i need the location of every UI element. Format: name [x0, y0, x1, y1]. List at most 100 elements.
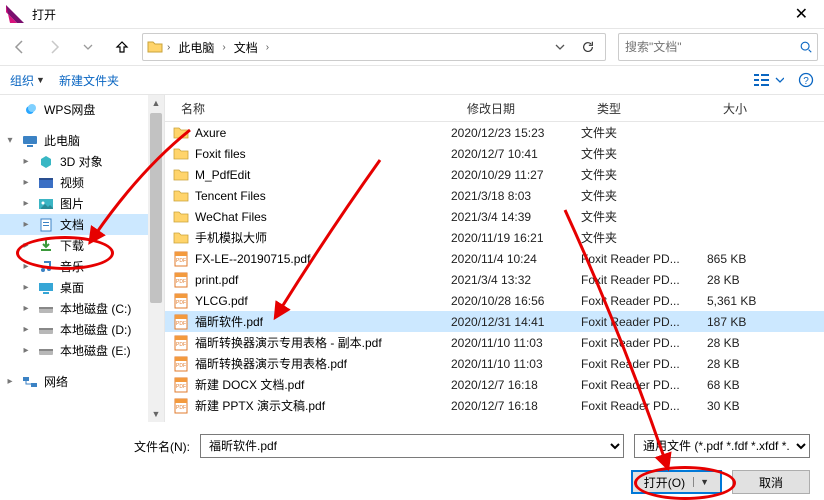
file-type: 文件夹 [581, 227, 707, 248]
nav-recent-dropdown[interactable] [74, 33, 102, 61]
folder-icon [173, 167, 189, 183]
expand-icon[interactable]: ▸ [20, 324, 32, 335]
sidebar-item[interactable]: WPS网盘 [0, 99, 164, 120]
sidebar-item[interactable]: ▸本地磁盘 (C:) [0, 298, 164, 319]
expand-icon[interactable]: ▾ [4, 135, 16, 146]
file-row[interactable]: PDF福昕软件.pdf2020/12/31 14:41Foxit Reader … [165, 311, 824, 332]
chevron-right-icon[interactable]: › [222, 42, 225, 53]
documents-icon [38, 217, 54, 233]
sidebar-item[interactable]: ▸下载 [0, 235, 164, 256]
search-box[interactable] [618, 33, 818, 61]
file-date: 2020/11/4 10:24 [451, 248, 581, 269]
nav-back-button[interactable] [6, 33, 34, 61]
sidebar-item[interactable]: ▸3D 对象 [0, 151, 164, 172]
organize-menu[interactable]: 组织 ▼ [10, 72, 45, 89]
view-options-button[interactable] [754, 72, 784, 88]
file-type: 文件夹 [581, 206, 707, 227]
scroll-down-icon[interactable]: ▼ [148, 406, 164, 422]
sidebar-item[interactable]: ▸音乐 [0, 256, 164, 277]
file-name: 新建 PPTX 演示文稿.pdf [195, 397, 325, 414]
breadcrumb-pc[interactable]: 此电脑 [174, 37, 218, 58]
file-row[interactable]: M_PdfEdit2020/10/29 11:27文件夹 [165, 164, 824, 185]
expand-icon[interactable]: ▸ [20, 219, 32, 230]
expand-icon[interactable]: ▸ [20, 156, 32, 167]
file-date: 2020/12/7 16:18 [451, 395, 581, 416]
file-size [707, 122, 824, 143]
network-icon [22, 374, 38, 390]
file-row[interactable]: PDF新建 DOCX 文档.pdf2020/12/7 16:18Foxit Re… [165, 374, 824, 395]
search-input[interactable] [623, 39, 795, 55]
pc-icon [22, 133, 38, 149]
file-name: YLCG.pdf [195, 294, 248, 308]
refresh-button[interactable] [575, 38, 601, 56]
sidebar-item[interactable]: ▸图片 [0, 193, 164, 214]
file-row[interactable]: 手机模拟大师2020/11/19 16:21文件夹 [165, 227, 824, 248]
svg-text:?: ? [803, 76, 809, 87]
sidebar-item[interactable]: ▾此电脑 [0, 130, 164, 151]
expand-icon[interactable]: ▸ [4, 376, 16, 387]
file-date: 2021/3/18 8:03 [451, 185, 581, 206]
disk-icon [38, 301, 54, 317]
sidebar-item[interactable]: ▸桌面 [0, 277, 164, 298]
file-row[interactable]: PDFFX-LE--20190715.pdf2020/11/4 10:24Fox… [165, 248, 824, 269]
file-type: Foxit Reader PD... [581, 248, 707, 269]
file-name: Tencent Files [195, 189, 266, 203]
expand-icon[interactable]: ▸ [20, 177, 32, 188]
svg-text:PDF: PDF [176, 384, 186, 390]
nav-up-button[interactable] [108, 33, 136, 61]
open-button[interactable]: 打开(O)▼ [631, 470, 722, 494]
address-bar[interactable]: › 此电脑 › 文档 › [142, 33, 606, 61]
file-size: 28 KB [707, 353, 824, 374]
svg-text:PDF: PDF [176, 342, 186, 348]
breadcrumb-docs[interactable]: 文档 [230, 37, 262, 58]
file-row[interactable]: PDF新建 PPTX 演示文稿.pdf2020/12/7 16:18Foxit … [165, 395, 824, 416]
sidebar-scrollbar[interactable]: ▲ ▼ [148, 95, 164, 422]
chevron-right-icon[interactable]: › [167, 42, 170, 53]
file-row[interactable]: Axure2020/12/23 15:23文件夹 [165, 122, 824, 143]
file-row[interactable]: WeChat Files2021/3/4 14:39文件夹 [165, 206, 824, 227]
column-size[interactable]: 大小 [715, 95, 824, 121]
file-name: WeChat Files [195, 210, 267, 224]
file-row[interactable]: Tencent Files2021/3/18 8:03文件夹 [165, 185, 824, 206]
chevron-right-icon[interactable]: › [266, 42, 269, 53]
pdf-icon: PDF [173, 398, 189, 414]
expand-icon[interactable]: ▸ [20, 345, 32, 356]
nav-bar: › 此电脑 › 文档 › [0, 29, 824, 65]
main-area: WPS网盘▾此电脑▸3D 对象▸视频▸图片▸文档▸下载▸音乐▸桌面▸本地磁盘 (… [0, 95, 824, 422]
cancel-button[interactable]: 取消 [732, 470, 810, 494]
file-row[interactable]: PDFprint.pdf2021/3/4 13:32Foxit Reader P… [165, 269, 824, 290]
help-button[interactable]: ? [798, 72, 814, 88]
file-row[interactable]: PDF福昕转换器演示专用表格 - 副本.pdf2020/11/10 11:03F… [165, 332, 824, 353]
file-row[interactable]: PDFYLCG.pdf2020/10/28 16:56Foxit Reader … [165, 290, 824, 311]
column-date[interactable]: 修改日期 [459, 95, 589, 121]
close-button[interactable]: ✕ [785, 0, 818, 28]
expand-icon[interactable]: ▸ [20, 198, 32, 209]
sidebar-item[interactable]: ▸文档 [0, 214, 164, 235]
nav-forward-button[interactable] [40, 33, 68, 61]
scroll-up-icon[interactable]: ▲ [148, 95, 164, 111]
sidebar-item[interactable]: ▸网络 [0, 371, 164, 392]
search-icon[interactable] [799, 40, 813, 54]
file-row[interactable]: Foxit files2020/12/7 10:41文件夹 [165, 143, 824, 164]
sidebar-item[interactable]: ▸本地磁盘 (D:) [0, 319, 164, 340]
expand-icon[interactable]: ▸ [20, 261, 32, 272]
expand-icon[interactable]: ▸ [20, 282, 32, 293]
expand-icon[interactable]: ▸ [20, 240, 32, 251]
column-type[interactable]: 类型 [589, 95, 715, 121]
sidebar-item[interactable]: ▸视频 [0, 172, 164, 193]
scroll-thumb[interactable] [150, 113, 162, 303]
file-date: 2020/10/29 11:27 [451, 164, 581, 185]
column-name[interactable]: 名称 [173, 95, 459, 121]
sidebar-item[interactable]: ▸本地磁盘 (E:) [0, 340, 164, 361]
svg-text:PDF: PDF [176, 258, 186, 264]
filetype-combo[interactable]: 通用文件 (*.pdf *.fdf *.xfdf *.x [634, 434, 810, 458]
folder-icon [173, 188, 189, 204]
file-date: 2020/10/28 16:56 [451, 290, 581, 311]
file-row[interactable]: PDF福昕转换器演示专用表格.pdf2020/11/10 11:03Foxit … [165, 353, 824, 374]
expand-icon[interactable]: ▸ [20, 303, 32, 314]
new-folder-button[interactable]: 新建文件夹 [59, 72, 119, 89]
file-type: Foxit Reader PD... [581, 311, 707, 332]
filename-combo[interactable]: 福昕软件.pdf [200, 434, 624, 458]
chevron-down-icon[interactable] [549, 40, 571, 54]
file-type: Foxit Reader PD... [581, 290, 707, 311]
